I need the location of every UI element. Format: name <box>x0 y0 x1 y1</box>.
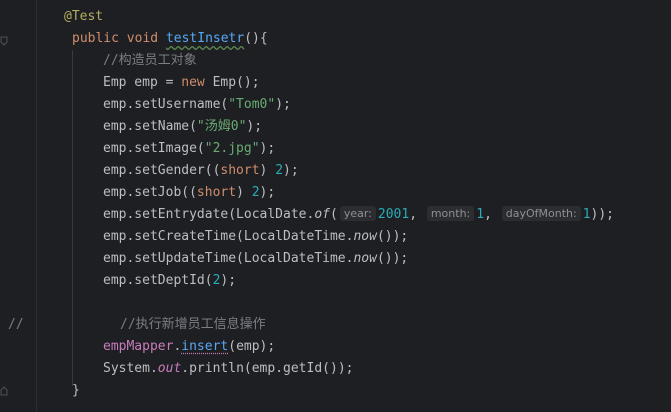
set-name-call: emp.setName( <box>103 119 197 134</box>
set-deptid-call: emp.setDeptId( <box>103 273 213 288</box>
code-line-set-deptid[interactable]: emp.setDeptId(2); <box>103 270 236 292</box>
code-line-annotation[interactable]: @Test <box>64 6 103 28</box>
insert-method: insert <box>181 339 229 354</box>
keyword-new: new <box>181 75 205 90</box>
set-updatetime-call: emp.setUpdateTime(LocalDateTime. <box>103 251 354 266</box>
comment-insert: //执行新增员工信息操作 <box>120 317 266 332</box>
set-entrydate-call: emp.setEntrydate(LocalDate. <box>103 207 315 222</box>
code-line-set-createtime[interactable]: emp.setCreateTime(LocalDateTime.now()); <box>103 226 408 248</box>
insert-args: (emp); <box>228 339 276 354</box>
image-string: "2.jpg" <box>204 141 260 156</box>
param-hint-day: dayOfMonth: <box>501 206 581 221</box>
set-job-call: emp.setJob(( <box>103 185 197 200</box>
code-line-comment-construct[interactable]: //构造员工对象 <box>103 50 197 72</box>
gutter-divider <box>36 0 37 412</box>
code-line-set-name[interactable]: emp.setName("汤姆0"); <box>103 116 262 138</box>
param-hint-year: year: <box>339 206 376 221</box>
indent-guide <box>72 50 73 386</box>
cast-close: ) <box>259 163 276 178</box>
out-field: out <box>157 361 182 376</box>
code-line-mapper-insert[interactable]: empMapper.insert(emp); <box>103 336 275 358</box>
param-hint-month: month: <box>426 206 475 221</box>
code-line-close-brace[interactable]: } <box>72 380 80 402</box>
code-line-set-job[interactable]: emp.setJob((short) 2); <box>103 182 275 204</box>
month-number: 1 <box>476 207 485 222</box>
code-line-set-entrydate[interactable]: emp.setEntrydate(LocalDate.of(year: 2001,… <box>103 204 614 226</box>
year-number: 2001 <box>377 207 410 222</box>
code-line-new-emp[interactable]: Emp emp = new Emp(); <box>103 72 260 94</box>
set-gender-call: emp.setGender(( <box>103 163 221 178</box>
now-method: now <box>353 251 377 266</box>
now-method: now <box>353 229 377 244</box>
name-string: "汤姆0" <box>196 119 247 134</box>
code-line-comment-insert[interactable]: //执行新增员工信息操作 <box>120 314 266 336</box>
username-string: "Tom0" <box>228 97 276 112</box>
set-username-call: emp.setUsername( <box>103 97 229 112</box>
keyword-void: void <box>126 31 159 46</box>
job-number: 2 <box>251 185 260 200</box>
fold-close-icon[interactable] <box>0 386 8 396</box>
set-image-call: emp.setImage( <box>103 141 205 156</box>
set-createtime-call: emp.setCreateTime(LocalDateTime. <box>103 229 354 244</box>
fold-open-icon[interactable] <box>0 36 8 46</box>
method-tail: (){ <box>244 31 268 46</box>
keyword-short: short <box>196 185 237 200</box>
code-line-set-gender[interactable]: emp.setGender((short) 2); <box>103 160 299 182</box>
emp-constructor: Emp(); <box>204 75 260 90</box>
editor-gutter <box>0 0 36 412</box>
cast-close: ) <box>236 185 252 200</box>
keyword-public: public <box>72 31 119 46</box>
day-number: 1 <box>582 207 591 222</box>
emp-mapper-var: empMapper <box>103 339 174 354</box>
gutter-line-comment[interactable]: // <box>8 314 24 336</box>
method-name: testInsetr <box>165 31 245 46</box>
keyword-short: short <box>220 163 260 178</box>
emp-declaration: Emp emp = <box>103 75 182 90</box>
code-line-set-username[interactable]: emp.setUsername("Tom0"); <box>103 94 291 116</box>
code-line-method-signature[interactable]: public void testInsetr(){ <box>72 28 268 50</box>
println-call: .println(emp.getId()); <box>181 361 354 376</box>
line-comment-marker: // <box>8 317 24 332</box>
code-line-set-updatetime[interactable]: emp.setUpdateTime(LocalDateTime.now()); <box>103 248 408 270</box>
comment-construct: //构造员工对象 <box>103 53 197 68</box>
close-brace: } <box>72 383 80 398</box>
annotation-test: @Test <box>64 9 104 24</box>
code-line-set-image[interactable]: emp.setImage("2.jpg"); <box>103 138 275 160</box>
code-line-println[interactable]: System.out.println(emp.getId()); <box>103 358 353 380</box>
system-class: System. <box>103 361 158 376</box>
gender-number: 2 <box>275 163 284 178</box>
of-method: of <box>314 207 330 222</box>
